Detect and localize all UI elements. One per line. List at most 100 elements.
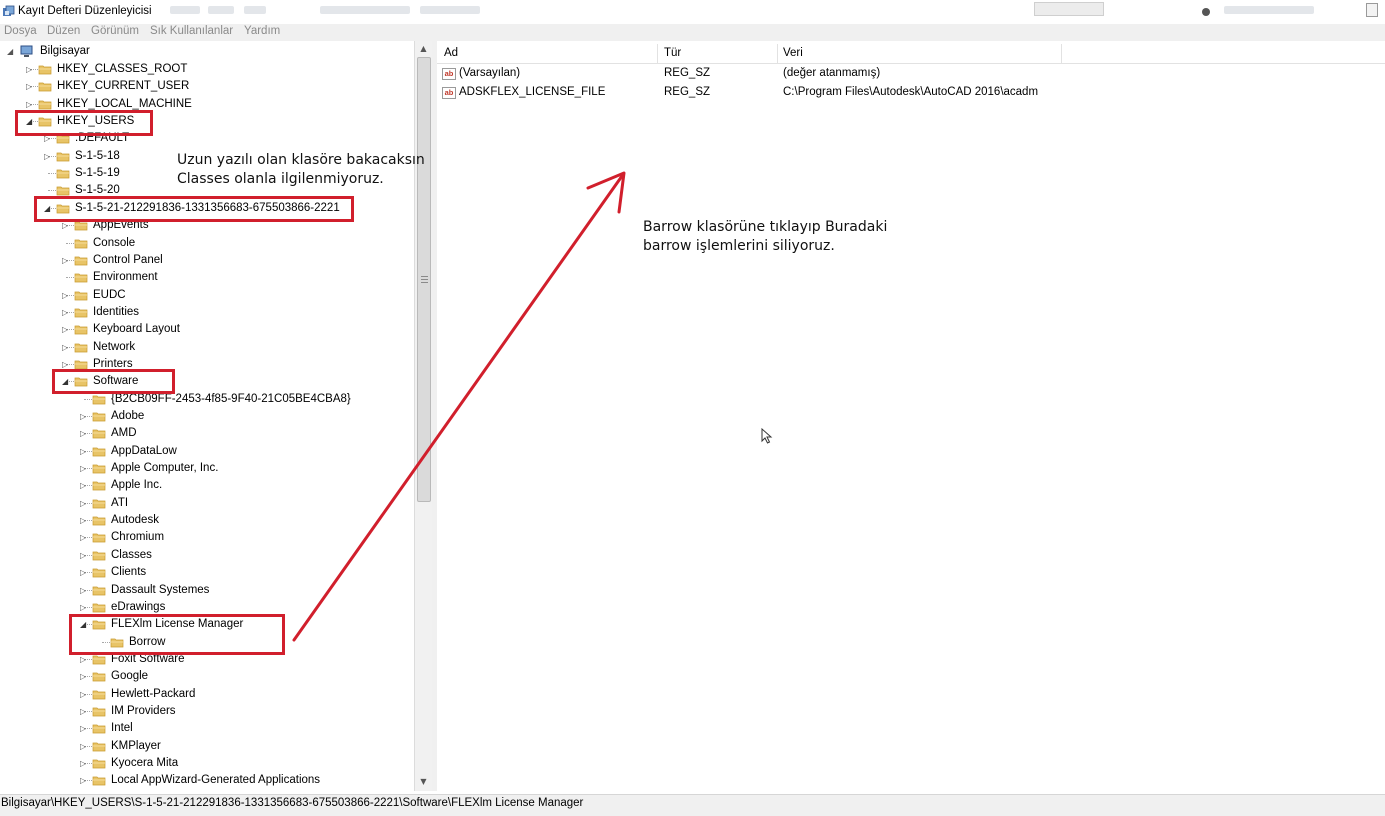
tree-label: Autodesk (111, 514, 159, 527)
tree-item[interactable]: ▷ Control Panel (0, 252, 414, 269)
expand-closed-icon[interactable]: ▷ (80, 512, 88, 529)
tree-item[interactable]: ▷ AppDataLow (0, 443, 414, 460)
value-type: REG_SZ (664, 86, 711, 98)
expand-closed-icon[interactable]: ▷ (80, 738, 88, 755)
folder-icon (92, 759, 106, 769)
folder-icon (92, 551, 106, 561)
value-type: REG_SZ (664, 67, 711, 79)
tree-item[interactable]: Console (0, 235, 414, 252)
folder-icon (74, 325, 88, 335)
scroll-up-icon[interactable]: ▲ (418, 44, 429, 54)
tree-label: Apple Computer, Inc. (111, 462, 219, 475)
expand-closed-icon[interactable]: ▷ (80, 720, 88, 737)
menu-sik-kullanilanlar[interactable]: Sık Kullanılanlar (150, 25, 233, 37)
tree-item[interactable]: ▷ Intel (0, 720, 414, 737)
tree-label: Identities (93, 305, 140, 318)
tree-item[interactable]: ▷ Apple Computer, Inc. (0, 460, 414, 477)
folder-icon (92, 655, 106, 665)
value-name: ADSKFLEX_LICENSE_FILE (459, 86, 606, 98)
expand-open-icon[interactable]: ◢ (7, 43, 15, 60)
tree-label: Kyocera Mita (111, 757, 179, 769)
scroll-down-icon[interactable]: ▼ (418, 777, 429, 787)
highlight-sid-key (34, 196, 354, 222)
tree-item[interactable]: ▷ Chromium (0, 529, 414, 546)
tree-item[interactable]: ▷ Identities (0, 304, 414, 321)
menu-duzen[interactable]: Düzen (47, 25, 80, 37)
expand-closed-icon[interactable]: ▷ (26, 78, 34, 95)
expand-closed-icon[interactable]: ▷ (80, 443, 88, 460)
tree-item[interactable]: ▷ Local AppWizard-Generated Applications (0, 772, 414, 789)
expand-closed-icon[interactable]: ▷ (80, 564, 88, 581)
expand-closed-icon[interactable]: ▷ (62, 252, 70, 269)
expand-closed-icon[interactable]: ▷ (80, 582, 88, 599)
menu-yardim[interactable]: Yardım (244, 25, 280, 37)
menu-dosya[interactable]: Dosya (4, 25, 37, 37)
expand-closed-icon[interactable]: ▷ (80, 495, 88, 512)
scroll-thumb[interactable] (417, 57, 431, 502)
tree-item[interactable]: ▷ Keyboard Layout (0, 321, 414, 338)
string-value-icon: ab (442, 68, 456, 80)
expand-closed-icon[interactable]: ▷ (44, 148, 52, 165)
folder-icon (74, 256, 88, 266)
column-header-data[interactable]: Veri (783, 47, 803, 59)
expand-closed-icon[interactable]: ▷ (62, 339, 70, 356)
title-ghost (320, 6, 410, 14)
column-header-type[interactable]: Tür (664, 47, 681, 59)
tree-item[interactable]: ▷ IM Providers (0, 703, 414, 720)
folder-icon (38, 65, 52, 75)
expand-closed-icon[interactable]: ▷ (80, 668, 88, 685)
tree-item[interactable]: ▷ Classes (0, 547, 414, 564)
folder-icon (74, 273, 88, 283)
tree-label: IM Providers (111, 704, 176, 717)
expand-closed-icon[interactable]: ▷ (80, 703, 88, 720)
expand-closed-icon[interactable]: ▷ (80, 477, 88, 494)
expand-closed-icon[interactable]: ▷ (80, 772, 88, 789)
tree-item[interactable]: ▷ EUDC (0, 287, 414, 304)
expand-closed-icon[interactable]: ▷ (26, 61, 34, 78)
folder-icon (92, 707, 106, 717)
expand-closed-icon[interactable]: ▷ (80, 460, 88, 477)
tree-item[interactable]: Environment (0, 269, 414, 286)
tree-item[interactable]: ▷ Dassault Systemes (0, 582, 414, 599)
values-pane[interactable]: Ad Tür Veri ab (Varsayılan) REG_SZ (değe… (437, 41, 1385, 791)
tree-item[interactable]: ▷ Apple Inc. (0, 477, 414, 494)
folder-icon (92, 776, 106, 786)
expand-closed-icon[interactable]: ▷ (80, 408, 88, 425)
tree-item[interactable]: ▷ Clients (0, 564, 414, 581)
highlight-flexlm (69, 614, 285, 655)
tree-item[interactable]: ▷ KMPlayer (0, 738, 414, 755)
tree-item[interactable]: ▷ HKEY_CURRENT_USER (0, 78, 414, 95)
tree-item[interactable]: ▷ Autodesk (0, 512, 414, 529)
expand-closed-icon[interactable]: ▷ (80, 686, 88, 703)
column-header-name[interactable]: Ad (444, 47, 458, 59)
tree-label: Console (93, 236, 136, 249)
tree-item[interactable]: ▷ Google (0, 668, 414, 685)
tree-label: Apple Inc. (111, 479, 163, 492)
window-controls[interactable] (1034, 2, 1104, 16)
tree-item[interactable]: ▷ ATI (0, 495, 414, 512)
value-data: (değer atanmamış) (783, 67, 881, 79)
expand-closed-icon[interactable]: ▷ (80, 547, 88, 564)
menu-bar: Dosya Düzen Görünüm Sık Kullanılanlar Ya… (0, 24, 1385, 41)
expand-closed-icon[interactable]: ▷ (80, 755, 88, 772)
folder-icon (74, 343, 88, 352)
expand-closed-icon[interactable]: ▷ (62, 287, 70, 304)
close-button[interactable] (1366, 3, 1378, 17)
tree-item[interactable]: ▷ Network (0, 339, 414, 356)
folder-icon (92, 464, 106, 474)
value-row[interactable]: ab (Varsayılan) REG_SZ (değer atanmamış) (437, 65, 1385, 83)
tree-item[interactable]: ▷ Adobe (0, 408, 414, 425)
computer-icon (20, 45, 33, 57)
tree-item[interactable]: ▷ HKEY_CLASSES_ROOT (0, 61, 414, 78)
expand-closed-icon[interactable]: ▷ (62, 304, 70, 321)
folder-icon (92, 724, 106, 734)
window-title: Kayıt Defteri Düzenleyicisi (18, 5, 152, 17)
expand-closed-icon[interactable]: ▷ (80, 529, 88, 546)
tree-item[interactable]: ▷ Hewlett-Packard (0, 686, 414, 703)
expand-closed-icon[interactable]: ▷ (80, 425, 88, 442)
menu-gorunum[interactable]: Görünüm (91, 25, 139, 37)
value-row[interactable]: ab ADSKFLEX_LICENSE_FILE REG_SZ C:\Progr… (437, 84, 1385, 102)
tree-item[interactable]: ▷ Kyocera Mita (0, 755, 414, 772)
expand-closed-icon[interactable]: ▷ (62, 321, 70, 338)
tree-item[interactable]: ▷ AMD (0, 425, 414, 442)
